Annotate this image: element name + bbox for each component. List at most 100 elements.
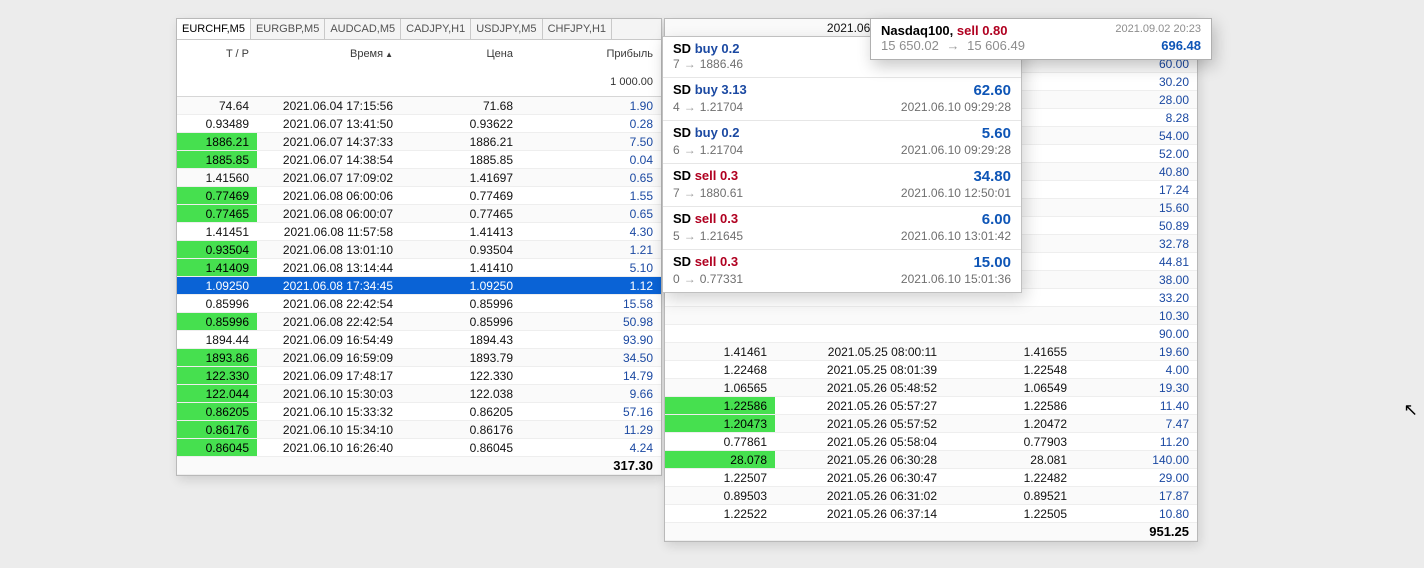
cell-time: 2021.05.26 06:30:47	[775, 469, 945, 487]
cell-price: 1.41413	[401, 223, 521, 241]
table-row[interactable]: 1.414512021.06.08 11:57:581.414134.30	[177, 223, 661, 241]
table-row[interactable]: 1.065652021.05.26 05:48:521.0654919.30	[665, 379, 1197, 397]
chart-tab[interactable]: CADJPY,H1	[401, 19, 471, 39]
table-row[interactable]: 1.204732021.05.26 05:57:521.204727.47	[665, 415, 1197, 433]
cell-profit: 54.00	[1075, 127, 1197, 145]
table-row[interactable]: 74.642021.06.04 17:15:5671.681.90	[177, 97, 661, 115]
table-row[interactable]: 1.415602021.06.07 17:09:021.416970.65	[177, 169, 661, 187]
cell-tp: 0.77465	[177, 205, 257, 223]
cell-tp	[665, 325, 775, 343]
tooltip-date: 2021.09.02 20:23	[1115, 23, 1201, 35]
table-row[interactable]: 122.3302021.06.09 17:48:17122.33014.79	[177, 367, 661, 385]
cell-tp: 0.93489	[177, 115, 257, 133]
table-row[interactable]: 1886.212021.06.07 14:37:331886.217.50	[177, 133, 661, 151]
table-row[interactable]: 1.225072021.05.26 06:30:471.2248229.00	[665, 469, 1197, 487]
trade-card[interactable]: SD buy 3.1362.604→1.217042021.06.10 09:2…	[663, 78, 1021, 121]
col-profit-subtotal: 1 000.00	[521, 68, 661, 97]
table-row[interactable]: 0.774692021.06.08 06:00:060.774691.55	[177, 187, 661, 205]
cell-profit: 15.58	[521, 295, 661, 313]
card-prices: 0→0.77331	[673, 272, 743, 286]
cell-profit: 11.40	[1075, 397, 1197, 415]
table-row[interactable]: 1.225222021.05.26 06:37:141.2250510.80	[665, 505, 1197, 523]
table-row[interactable]: 122.0442021.06.10 15:30:03122.0389.66	[177, 385, 661, 403]
chart-tab[interactable]: CHFJPY,H1	[543, 19, 612, 39]
chart-tab[interactable]: USDJPY,M5	[471, 19, 542, 39]
cell-time: 2021.05.26 06:37:14	[775, 505, 945, 523]
trade-card[interactable]: SD buy 0.25.606→1.217042021.06.10 09:29:…	[663, 121, 1021, 164]
cell-profit: 1.21	[521, 241, 661, 259]
cell-price: 71.68	[401, 97, 521, 115]
sort-asc-icon: ▲	[385, 50, 393, 59]
cell-price: 1.22548	[945, 361, 1075, 379]
cell-price: 1.41697	[401, 169, 521, 187]
cell-price: 0.89521	[945, 487, 1075, 505]
cell-tp: 0.85996	[177, 295, 257, 313]
chart-tab[interactable]: EURGBP,M5	[251, 19, 325, 39]
table-row[interactable]: 10.30	[665, 307, 1197, 325]
cell-tp: 74.64	[177, 97, 257, 115]
cell-profit: 38.00	[1075, 271, 1197, 289]
cell-price: 0.77469	[401, 187, 521, 205]
table-row[interactable]: 0.895032021.05.26 06:31:020.8952117.87	[665, 487, 1197, 505]
cell-time: 2021.05.26 05:58:04	[775, 433, 945, 451]
table-row[interactable]: 1.224682021.05.25 08:01:391.225484.00	[665, 361, 1197, 379]
table-row[interactable]: 1.225862021.05.26 05:57:271.2258611.40	[665, 397, 1197, 415]
chart-tab[interactable]: EURCHF,M5	[177, 19, 251, 39]
trade-card[interactable]: SD sell 0.36.005→1.216452021.06.10 13:01…	[663, 207, 1021, 250]
trade-card[interactable]: SD sell 0.334.807→1880.612021.06.10 12:5…	[663, 164, 1021, 207]
table-row[interactable]: 28.0782021.05.26 06:30:2828.081140.00	[665, 451, 1197, 469]
cell-tp: 0.89503	[665, 487, 775, 505]
cell-tp: 1.41451	[177, 223, 257, 241]
cell-time: 2021.05.26 05:57:52	[775, 415, 945, 433]
table-row[interactable]: 0.774652021.06.08 06:00:070.774650.65	[177, 205, 661, 223]
table-row[interactable]: 0.862052021.06.10 15:33:320.8620557.16	[177, 403, 661, 421]
chart-tab[interactable]: AUDCAD,M5	[325, 19, 401, 39]
card-pnl: 15.00	[973, 254, 1011, 271]
cell-profit: 15.60	[1075, 199, 1197, 217]
cell-tp: 1885.85	[177, 151, 257, 169]
table-row[interactable]: 1885.852021.06.07 14:38:541885.850.04	[177, 151, 661, 169]
trade-card[interactable]: SD sell 0.315.000→0.773312021.06.10 15:0…	[663, 250, 1021, 292]
card-prices: 6→1.21704	[673, 143, 743, 157]
col-time[interactable]: Время▲	[257, 40, 401, 68]
table-row[interactable]: 1893.862021.06.09 16:59:091893.7934.50	[177, 349, 661, 367]
left-table: T / P Время▲ Цена Прибыль 1 000.00 74.64…	[177, 40, 661, 475]
table-row[interactable]: 0.935042021.06.08 13:01:100.935041.21	[177, 241, 661, 259]
col-profit[interactable]: Прибыль	[521, 40, 661, 68]
table-row[interactable]: 1.414612021.05.25 08:00:111.4165519.60	[665, 343, 1197, 361]
cell-price: 1.06549	[945, 379, 1075, 397]
cell-time: 2021.06.08 13:14:44	[257, 259, 401, 277]
cell-profit: 14.79	[521, 367, 661, 385]
cell-tp: 0.86045	[177, 439, 257, 457]
cell-price: 1.20472	[945, 415, 1075, 433]
table-row[interactable]: 1.092502021.06.08 17:34:451.092501.12	[177, 277, 661, 295]
col-tp[interactable]: T / P	[177, 40, 257, 68]
arrow-right-icon: →	[946, 38, 959, 53]
table-row[interactable]: 1.414092021.06.08 13:14:441.414105.10	[177, 259, 661, 277]
table-row[interactable]: 0.859962021.06.08 22:42:540.8599615.58	[177, 295, 661, 313]
card-pnl: 6.00	[982, 211, 1011, 228]
cell-time: 2021.05.26 05:57:27	[775, 397, 945, 415]
cell-tp: 0.86205	[177, 403, 257, 421]
card-symbol: SD	[673, 41, 691, 56]
table-row[interactable]: 90.00	[665, 325, 1197, 343]
cell-time: 2021.05.26 06:30:28	[775, 451, 945, 469]
cell-tp: 1.41409	[177, 259, 257, 277]
cell-price: 0.85996	[401, 313, 521, 331]
cell-time: 2021.06.10 15:33:32	[257, 403, 401, 421]
cell-profit: 30.20	[1075, 73, 1197, 91]
cell-tp: 1.22507	[665, 469, 775, 487]
table-row[interactable]: 0.778612021.05.26 05:58:040.7790311.20	[665, 433, 1197, 451]
table-row[interactable]: 0.861762021.06.10 15:34:100.8617611.29	[177, 421, 661, 439]
cell-profit: 57.16	[521, 403, 661, 421]
table-row[interactable]: 0.860452021.06.10 16:26:400.860454.24	[177, 439, 661, 457]
cell-tp: 122.330	[177, 367, 257, 385]
col-price[interactable]: Цена	[401, 40, 521, 68]
card-side: sell 0.3	[695, 168, 738, 183]
table-row[interactable]: 0.859962021.06.08 22:42:540.8599650.98	[177, 313, 661, 331]
table-row[interactable]: 0.934892021.06.07 13:41:500.936220.28	[177, 115, 661, 133]
card-prices: 7→1880.61	[673, 186, 743, 200]
cell-price: 1.22586	[945, 397, 1075, 415]
table-row[interactable]: 1894.442021.06.09 16:54:491894.4393.90	[177, 331, 661, 349]
cell-tp: 28.078	[665, 451, 775, 469]
